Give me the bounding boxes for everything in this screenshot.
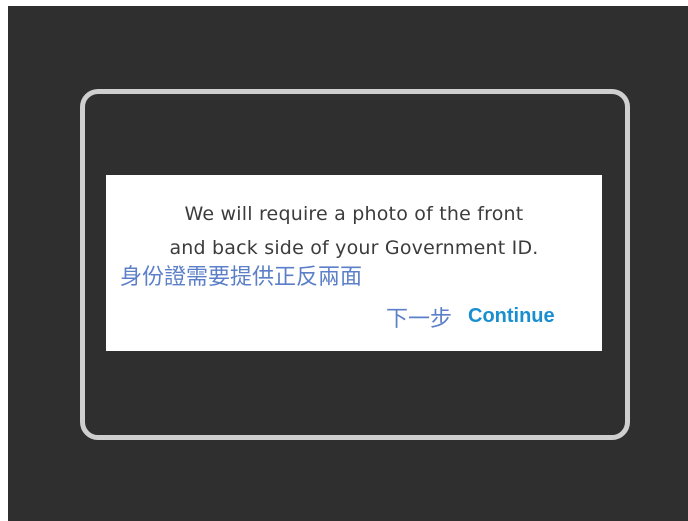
camera-screen: We will require a photo of the front and… — [8, 6, 688, 521]
instruction-card: We will require a photo of the front and… — [106, 175, 602, 351]
chinese-next-label: 下一步 — [386, 307, 453, 332]
instruction-message: We will require a photo of the front and… — [106, 197, 602, 265]
instruction-line-1: We will require a photo of the front — [184, 203, 524, 225]
chinese-instruction-note: 身份證需要提供正反兩面 — [120, 265, 363, 290]
continue-button[interactable]: Continue — [468, 305, 555, 328]
